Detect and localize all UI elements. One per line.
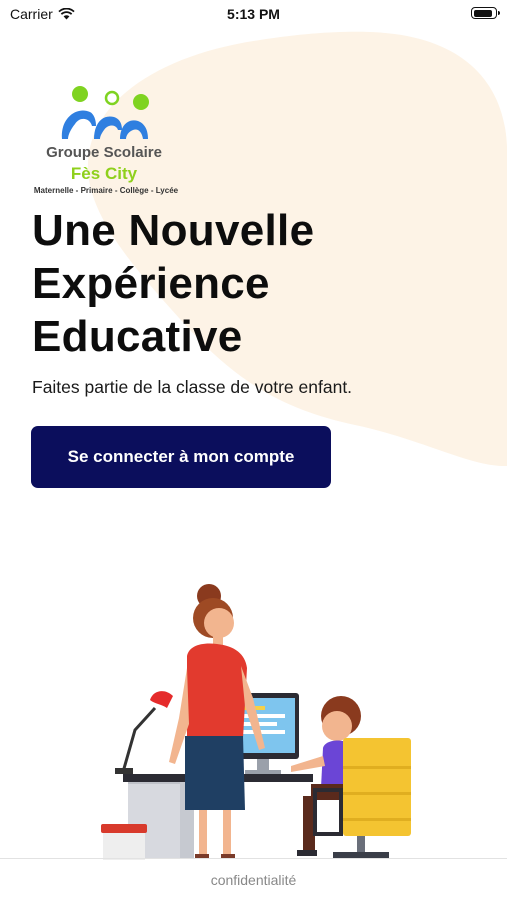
logo-line-groupe-scolaire: Groupe Scolaire	[46, 144, 162, 161]
login-button[interactable]: Se connecter à mon compte	[31, 426, 331, 488]
status-bar: Carrier 5:13 PM	[0, 0, 507, 30]
logo-line-levels: Maternelle - Primaire - Collège - Lycée	[33, 186, 179, 195]
battery-icon	[471, 7, 500, 19]
school-logo: Groupe Scolaire Fès City Maternelle - Pr…	[30, 84, 182, 202]
title-line-3: Educative	[32, 312, 243, 361]
subtitle: Faites partie de la classe de votre enfa…	[32, 377, 353, 397]
logo-mark-icon	[61, 86, 149, 139]
title-line-2: Expérience	[32, 259, 270, 308]
page-title: Une Nouvelle Expérience Educative	[32, 204, 492, 363]
logo-line-city: Fès City	[70, 164, 138, 183]
battery-level-fill	[473, 9, 492, 17]
privacy-link[interactable]: confidentialité	[211, 872, 297, 888]
clock: 5:13 PM	[227, 6, 280, 22]
desk-lamp-icon	[115, 691, 173, 774]
footer: confidentialité	[0, 858, 507, 901]
title-line-1: Une Nouvelle	[32, 206, 315, 255]
teacher-student-computer-illustration	[101, 584, 411, 860]
